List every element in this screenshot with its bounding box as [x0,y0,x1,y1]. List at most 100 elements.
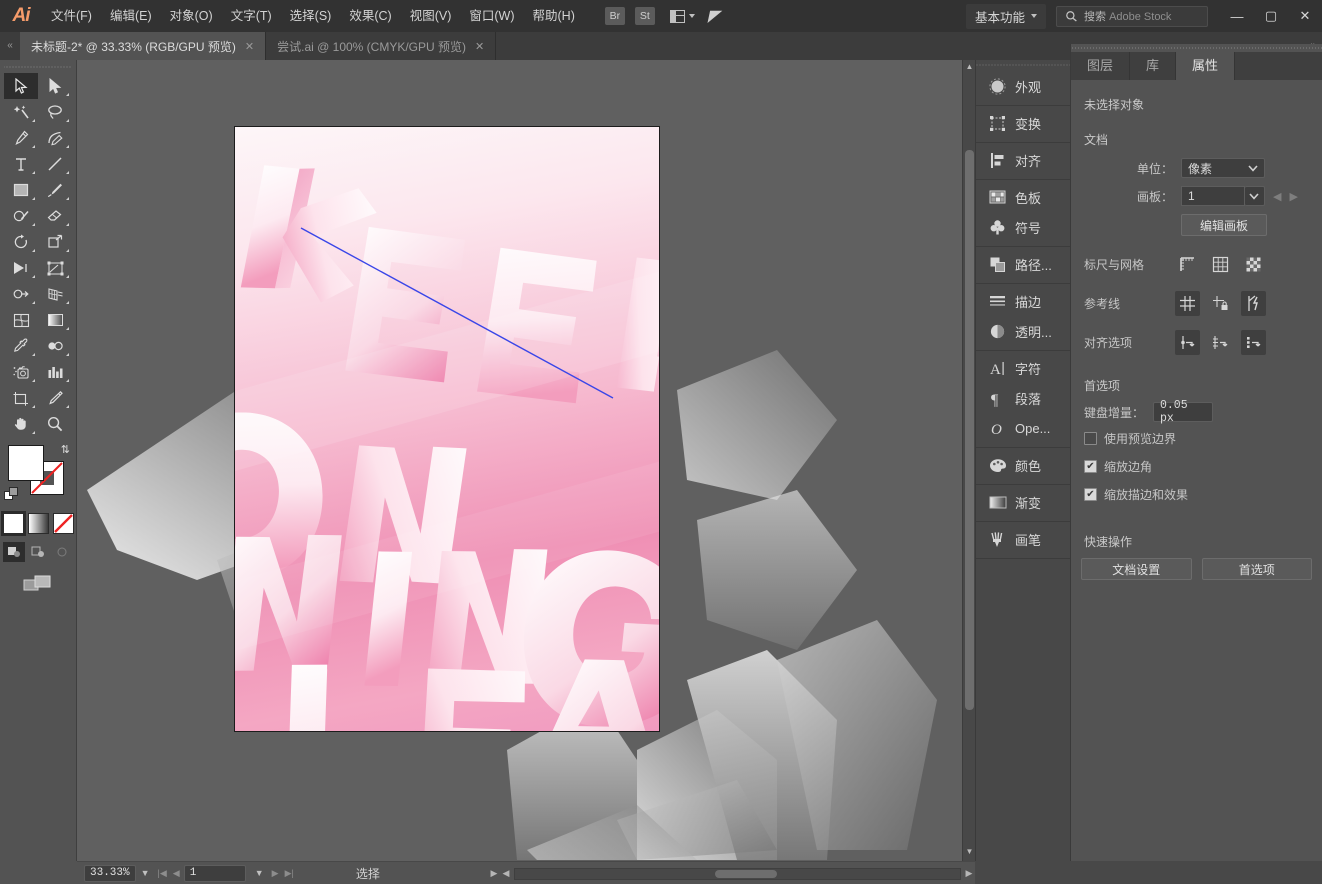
scroll-left-icon[interactable]: ◀ [500,868,512,879]
paintbrush-tool[interactable] [38,177,72,203]
tab-layers[interactable]: 图层 [1071,52,1131,80]
canvas-vertical-scrollbar[interactable]: ▲ ▼ [962,60,975,861]
scroll-down-icon[interactable]: ▼ [963,847,975,859]
eraser-tool[interactable] [38,203,72,229]
symbol-sprayer-tool[interactable] [4,359,38,385]
panel-color[interactable]: 颜色 [976,450,1070,480]
preferences-button[interactable]: 首选项 [1201,558,1312,580]
workspace-switcher[interactable]: 基本功能 [965,3,1046,29]
vertical-scroll-thumb[interactable] [965,150,974,710]
maximize-button[interactable]: ▢ [1254,0,1288,32]
slice-tool[interactable] [38,385,72,411]
lasso-tool[interactable] [38,99,72,125]
dock-drag-handle[interactable] [976,60,1070,69]
menu-effect[interactable]: 效果(C) [340,0,400,32]
draw-inside-mode-button[interactable] [51,542,73,562]
artboard-1[interactable] [234,126,660,732]
panel-symbols[interactable]: 符号 [976,212,1070,242]
edit-artboards-button[interactable]: 编辑画板 [1181,214,1267,236]
line-segment-tool[interactable] [38,151,72,177]
show-transparency-grid-icon[interactable] [1241,252,1266,277]
menu-window[interactable]: 窗口(W) [460,0,523,32]
artboard-tool[interactable] [4,385,38,411]
snap-to-grid-icon[interactable] [1208,330,1233,355]
panel-transparency[interactable]: 透明... [976,316,1070,346]
collapse-panels-icon[interactable]: « [0,32,20,60]
minimize-button[interactable]: — [1220,0,1254,32]
next-artboard-icon[interactable]: ▶ [272,868,279,879]
keyboard-increment-input[interactable]: 0.05 px [1153,399,1213,425]
panel-stroke[interactable]: 描边 [976,286,1070,316]
swap-fill-stroke-icon[interactable]: ⇅ [61,443,70,456]
zoom-level-input[interactable]: 33.33% [84,864,136,882]
panel-opentype[interactable]: O Ope... [976,413,1070,443]
show-guides-icon[interactable] [1175,291,1200,316]
panel-character[interactable]: A 字符 [976,353,1070,383]
mesh-tool[interactable] [4,307,38,333]
menu-type[interactable]: 文字(T) [222,0,281,32]
panel-transform[interactable]: 变换 [976,108,1070,138]
column-graph-tool[interactable] [38,359,72,385]
snap-to-pixel-icon[interactable] [1241,330,1266,355]
scale-tool[interactable] [38,229,72,255]
artboard-select-dropdown[interactable] [1245,186,1265,206]
canvas-area[interactable]: ▲ ▼ [77,60,975,861]
prev-artboard-icon[interactable]: ◀ [173,868,180,879]
type-tool[interactable] [4,151,38,177]
free-transform-tool[interactable] [38,255,72,281]
menu-help[interactable]: 帮助(H) [524,0,584,32]
close-button[interactable]: ✕ [1288,0,1322,32]
show-rulers-icon[interactable] [1175,252,1200,277]
arrange-documents-button[interactable] [669,9,695,23]
lock-guides-icon[interactable] [1208,291,1233,316]
scroll-right-icon[interactable]: ▶ [963,868,975,879]
close-icon[interactable]: ✕ [245,40,254,53]
tab-properties[interactable]: 属性 [1176,52,1236,80]
magic-wand-tool[interactable] [4,99,38,125]
blend-tool[interactable] [38,333,72,359]
curvature-tool[interactable] [38,125,72,151]
panel-swatches[interactable]: 色板 [976,182,1070,212]
bridge-icon[interactable]: Br [604,7,625,25]
scale-corners-checkbox[interactable]: 缩放边角 [1084,458,1312,475]
document-tab-changshi-ai[interactable]: 尝试.ai @ 100% (CMYK/GPU 预览) ✕ [266,32,497,60]
document-setup-button[interactable]: 文档设置 [1081,558,1192,580]
scale-strokes-effects-checkbox[interactable]: 缩放描边和效果 [1084,486,1312,503]
snap-to-point-icon[interactable] [1175,330,1200,355]
fill-swatch[interactable] [8,445,44,481]
tab-libraries[interactable]: 库 [1130,52,1177,80]
properties-drag-handle[interactable] [1071,44,1322,52]
panel-paragraph[interactable]: ¶ 段落 [976,383,1070,413]
panel-align[interactable]: 对齐 [976,145,1070,175]
search-stock-input[interactable]: 搜索 Adobe Stock [1056,5,1208,27]
first-artboard-icon[interactable]: |◀ [158,868,167,879]
status-expand-icon[interactable]: ▶ [488,868,500,879]
toolbar-drag-handle[interactable] [4,62,72,71]
panel-appearance[interactable]: 外观 [976,71,1070,101]
smart-guides-icon[interactable] [1241,291,1266,316]
next-artboard-icon[interactable]: ▶ [1289,190,1297,203]
artboard-dropdown-icon[interactable]: ▼ [255,868,264,878]
horizontal-scroll-track[interactable] [514,867,961,880]
color-mode-button[interactable] [0,511,26,536]
close-icon[interactable]: ✕ [475,40,484,53]
stock-icon[interactable]: St [634,7,655,25]
document-tab-untitled-2[interactable]: 未标题-2* @ 33.33% (RGB/GPU 预览) ✕ [20,32,267,60]
width-tool[interactable] [4,255,38,281]
direct-selection-tool[interactable] [38,73,72,99]
shape-builder-tool[interactable] [4,281,38,307]
menu-select[interactable]: 选择(S) [281,0,341,32]
selection-tool[interactable] [4,73,38,99]
draw-normal-mode-button[interactable] [3,542,25,562]
show-grid-icon[interactable] [1208,252,1233,277]
draw-behind-mode-button[interactable] [27,542,49,562]
horizontal-scroll-thumb[interactable] [715,869,777,878]
pen-tool[interactable] [4,125,38,151]
gradient-tool[interactable] [38,307,72,333]
change-screen-mode-button[interactable] [0,574,76,594]
artboard-number-input[interactable]: 1 [183,864,246,882]
panel-pathfinder[interactable]: 路径... [976,249,1070,279]
prev-artboard-icon[interactable]: ◀ [1273,190,1281,203]
none-mode-button[interactable] [52,513,74,534]
perspective-grid-tool[interactable] [38,281,72,307]
